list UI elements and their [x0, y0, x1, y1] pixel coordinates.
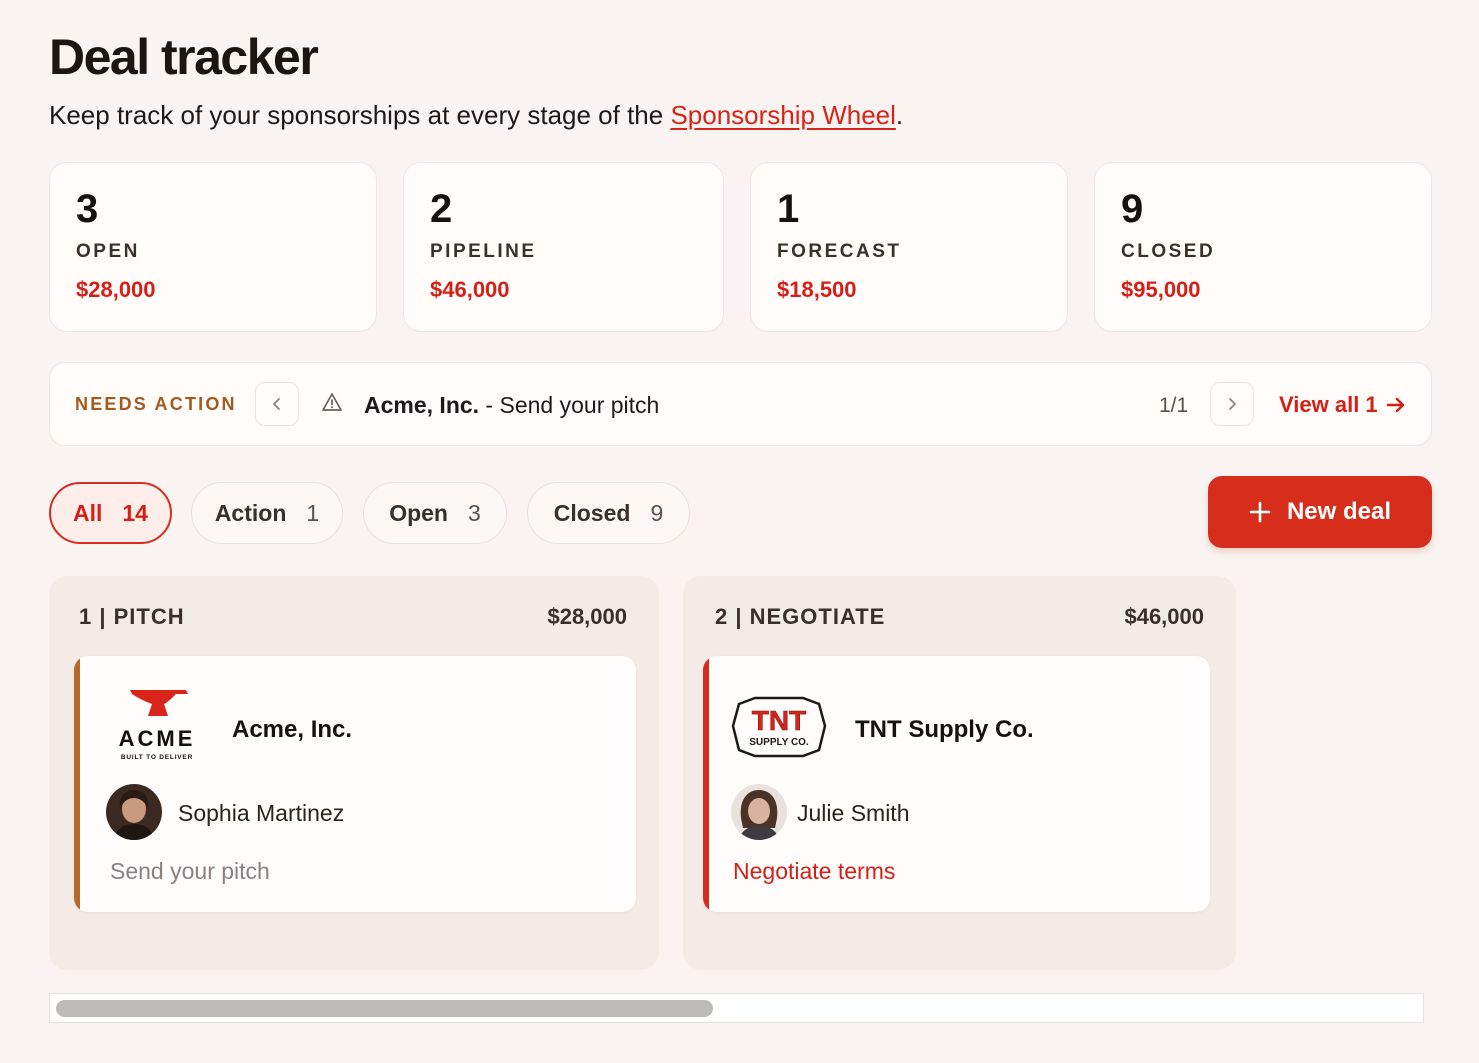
chevron-right-icon: [1229, 398, 1236, 410]
warning-triangle-icon: [322, 393, 342, 411]
filter-count: 9: [650, 499, 664, 526]
avatar: [106, 784, 162, 840]
deal-card[interactable]: ACME BUILT TO DELIVER Acme, Inc. Sophia …: [74, 656, 636, 912]
tnt-logo: TNT SUPPLY CO.: [731, 696, 827, 758]
stat-count: 2: [430, 187, 453, 231]
stats-row: 3 OPEN $28,000 2 PIPELINE $46,000 1 FORE…: [49, 162, 1432, 332]
chevron-left-icon: [273, 398, 280, 410]
filter-count: 1: [306, 499, 320, 526]
previous-action-button[interactable]: [255, 382, 299, 426]
stat-card-closed[interactable]: 9 CLOSED $95,000: [1094, 162, 1432, 332]
new-deal-button[interactable]: New deal: [1208, 476, 1432, 548]
stat-card-pipeline[interactable]: 2 PIPELINE $46,000: [403, 162, 724, 332]
filter-action[interactable]: Action 1: [191, 482, 343, 544]
tnt-logo-text: TNT: [752, 705, 806, 736]
next-step: Send your pitch: [110, 858, 270, 884]
stat-label: FORECAST: [777, 241, 902, 262]
scrollbar-thumb[interactable]: [56, 1000, 713, 1017]
filter-count: 14: [122, 499, 148, 526]
filter-closed[interactable]: Closed 9: [527, 482, 690, 544]
stage-column-negotiate: 2 | NEGOTIATE $46,000 TNT SUPPLY CO. TNT…: [683, 576, 1236, 970]
view-all-actions-link[interactable]: View all 1: [1279, 392, 1406, 418]
company-name: Acme, Inc.: [232, 716, 353, 743]
sponsorship-wheel-link[interactable]: Sponsorship Wheel: [670, 100, 895, 130]
action-message[interactable]: Acme, Inc. - Send your pitch: [364, 392, 659, 419]
company-name: TNT Supply Co.: [855, 716, 1034, 743]
filter-all[interactable]: All 14: [49, 482, 172, 544]
horizontal-scrollbar[interactable]: [49, 993, 1424, 1023]
arrow-right-icon: [1386, 397, 1404, 413]
stage-amount: $28,000: [547, 604, 627, 629]
stat-count: 1: [777, 187, 800, 231]
filter-label: Action: [214, 499, 287, 526]
tnt-logo-tagline: SUPPLY CO.: [749, 737, 809, 748]
stat-card-open[interactable]: 3 OPEN $28,000: [49, 162, 377, 332]
next-step: Negotiate terms: [733, 858, 896, 884]
person-avatar-icon: [106, 784, 162, 840]
filter-label: Open: [389, 499, 448, 526]
person-avatar-icon: [731, 784, 787, 840]
stat-amount: $46,000: [430, 277, 510, 302]
new-deal-label: New deal: [1286, 498, 1392, 525]
view-all-label: View all 1: [1279, 392, 1378, 417]
stage-title: 1 | PITCH: [79, 604, 185, 629]
stat-count: 9: [1121, 187, 1144, 231]
stage-title: 2 | NEGOTIATE: [715, 604, 886, 629]
stat-card-forecast[interactable]: 1 FORECAST $18,500: [750, 162, 1068, 332]
page-subtitle: Keep track of your sponsorships at every…: [49, 100, 903, 131]
subtitle-text: Keep track of your sponsorships at every…: [49, 100, 671, 130]
acme-logo: ACME BUILT TO DELIVER: [119, 690, 196, 761]
stage-column-pitch: 1 | PITCH $28,000 ACME BUILT TO DELIVER …: [49, 576, 659, 970]
next-action-button[interactable]: [1210, 382, 1254, 426]
avatar: [731, 784, 787, 840]
needs-action-bar: NEEDS ACTION Acme, Inc. - Send your pitc…: [49, 362, 1432, 446]
stat-amount: $18,500: [777, 277, 857, 302]
stat-count: 3: [76, 187, 99, 231]
filter-open[interactable]: Open 3: [363, 482, 507, 544]
card-accent-stripe: [703, 656, 709, 912]
contact-name: Julie Smith: [797, 800, 910, 826]
action-company: Acme, Inc.: [364, 392, 480, 418]
stat-label: CLOSED: [1121, 241, 1216, 262]
page-title: Deal tracker: [49, 29, 319, 85]
filter-label: All: [73, 499, 103, 526]
acme-logo-text: ACME: [119, 726, 196, 751]
stat-label: PIPELINE: [430, 241, 537, 262]
action-pager: 1/1: [1159, 394, 1189, 417]
stage-amount: $46,000: [1124, 604, 1204, 629]
filter-label: Closed: [553, 499, 631, 526]
action-separator: -: [479, 392, 500, 418]
card-accent-stripe: [74, 656, 80, 912]
filter-count: 3: [467, 499, 481, 526]
stat-label: OPEN: [76, 241, 140, 262]
stat-amount: $95,000: [1121, 277, 1201, 302]
acme-logo-tagline: BUILT TO DELIVER: [121, 754, 193, 761]
stat-amount: $28,000: [76, 277, 156, 302]
plus-icon: [1249, 501, 1271, 523]
action-task: Send your pitch: [499, 392, 660, 418]
needs-action-label: NEEDS ACTION: [75, 394, 237, 414]
subtitle-suffix: .: [895, 100, 904, 130]
deal-card[interactable]: TNT SUPPLY CO. TNT Supply Co. Julie Smit…: [703, 656, 1210, 912]
contact-name: Sophia Martinez: [178, 800, 345, 826]
